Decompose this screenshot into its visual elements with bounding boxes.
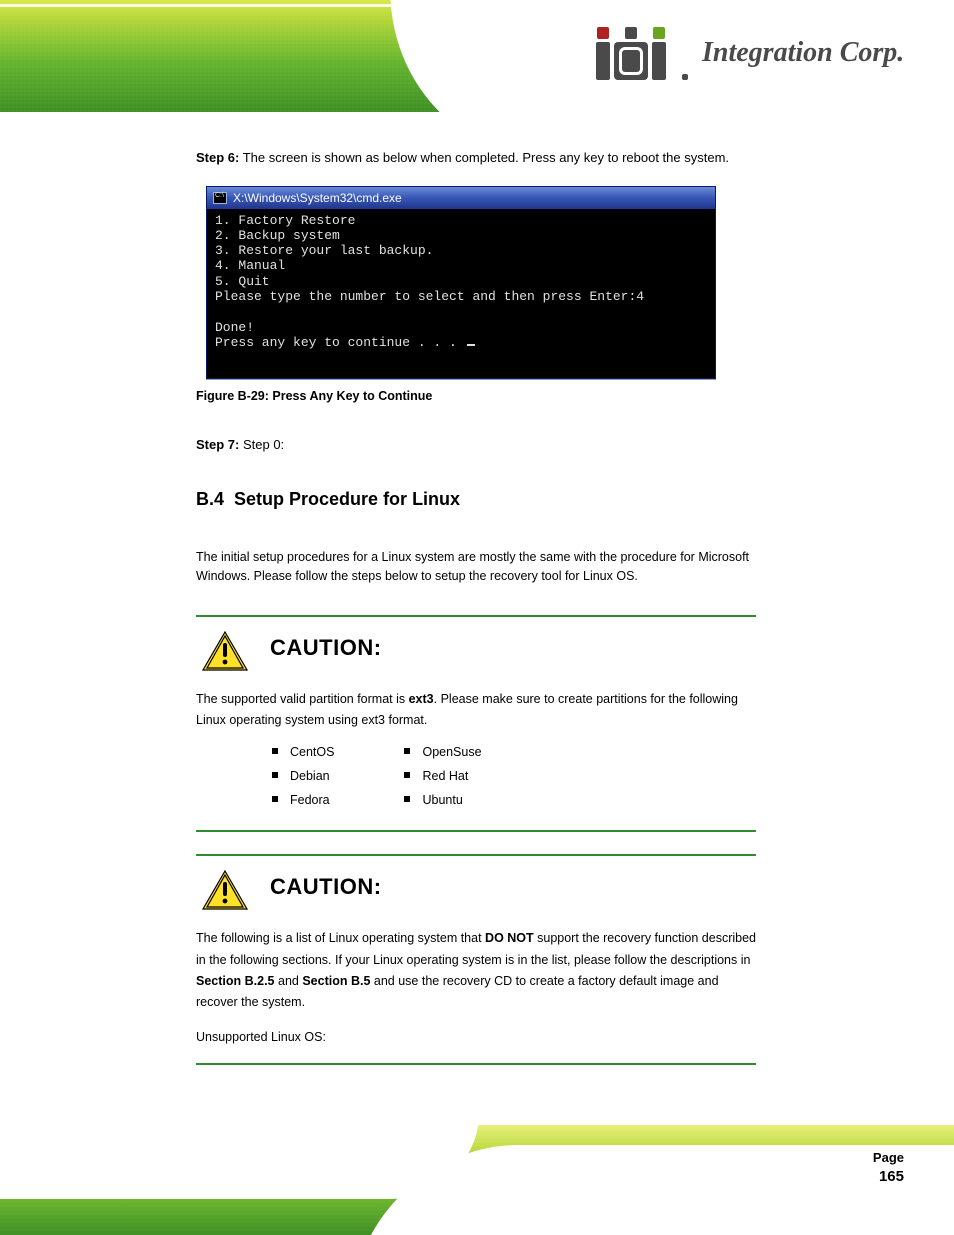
list-item: Red Hat [404,765,481,789]
cmd-line: 1. Factory Restore [215,213,355,228]
header-thin-line [0,4,954,7]
step-6: Step 6: The screen is shown as below whe… [196,148,756,168]
footer-swoosh-left [0,1125,488,1197]
step-7-label: Step 7: [196,437,239,452]
page-content: Step 6: The screen is shown as below whe… [196,148,756,1065]
cmd-title: X:\Windows\System32\cmd.exe [233,191,402,205]
step-6-label: Step 6: [196,150,239,165]
cmd-line: Please type the number to select and the… [215,289,644,304]
c2-a: The following is a list of Linux operati… [196,931,485,945]
c2-sec2: B.5 [347,974,370,988]
cmd-line: Done! [215,320,254,335]
cmd-line: 2. Backup system [215,228,340,243]
c2-c: and [275,974,303,988]
step-7: Step 7: Step 0: [196,435,756,455]
cmd-body: 1. Factory Restore 2. Backup system 3. R… [207,209,715,379]
c2-bold3: Section [302,974,347,988]
warning-icon [202,631,248,671]
caution-box-2: CAUTION: The following is a list of Linu… [196,856,756,1062]
c2-p2: Unsupported Linux OS: [196,1030,326,1044]
caution1-bold: ext3 [409,692,434,706]
caution-2-body: The following is a list of Linux operati… [196,928,756,1048]
cmd-line: 4. Manual [215,258,285,273]
page-label: Page [873,1150,904,1165]
caution-box-1: CAUTION: The supported valid partition f… [196,617,756,831]
footer-band [0,1125,954,1235]
footer-swoosh-right [352,1145,954,1235]
caution-title: CAUTION: [270,874,382,900]
list-item: OpenSuse [404,741,481,765]
cmd-icon [213,192,227,204]
cmd-line: 3. Restore your last backup. [215,243,433,258]
list-item: CentOS [272,741,334,765]
caution1-text-a: The supported valid partition format is [196,692,409,706]
cmd-titlebar: X:\Windows\System32\cmd.exe [207,187,715,209]
figure-caption: Figure B-29: Press Any Key to Continue [196,389,756,403]
step-7-text: Step 0: [243,437,284,452]
cmd-line: 5. Quit [215,274,270,289]
divider [196,1063,756,1065]
intro-paragraph: The initial setup procedures for a Linux… [196,548,756,587]
iei-logo-icon [594,27,668,80]
c2-bold2: Section [196,974,241,988]
brand-logo: Integration Corp. [594,18,924,88]
step-6-text: The screen is shown as below when comple… [243,150,729,165]
cmd-screenshot: X:\Windows\System32\cmd.exe 1. Factory R… [206,186,716,380]
list-item: Fedora [272,789,334,813]
warning-icon [202,870,248,910]
list-item: Ubuntu [404,789,481,813]
cmd-cursor [467,344,475,346]
list-item: Debian [272,765,334,789]
section-heading: B.4 Setup Procedure for Linux [196,489,756,510]
logo-separator-dot [682,74,688,80]
os-col-2: OpenSuse Red Hat Ubuntu [404,741,481,812]
caution-1-body: The supported valid partition format is … [196,689,756,732]
c2-bold1: DO NOT [485,931,534,945]
supported-os-list: CentOS Debian Fedora OpenSuse Red Hat Ub… [272,741,756,812]
os-col-1: CentOS Debian Fedora [272,741,334,812]
c2-sec1: B.2.5 [241,974,274,988]
brand-name: Integration Corp. [702,37,904,69]
page-number: 165 [879,1168,904,1185]
cmd-line: Press any key to continue . . . [215,335,465,350]
caution-title: CAUTION: [270,635,382,661]
section-title: Setup Procedure for Linux [234,489,460,509]
section-number: B.4 [196,489,224,509]
